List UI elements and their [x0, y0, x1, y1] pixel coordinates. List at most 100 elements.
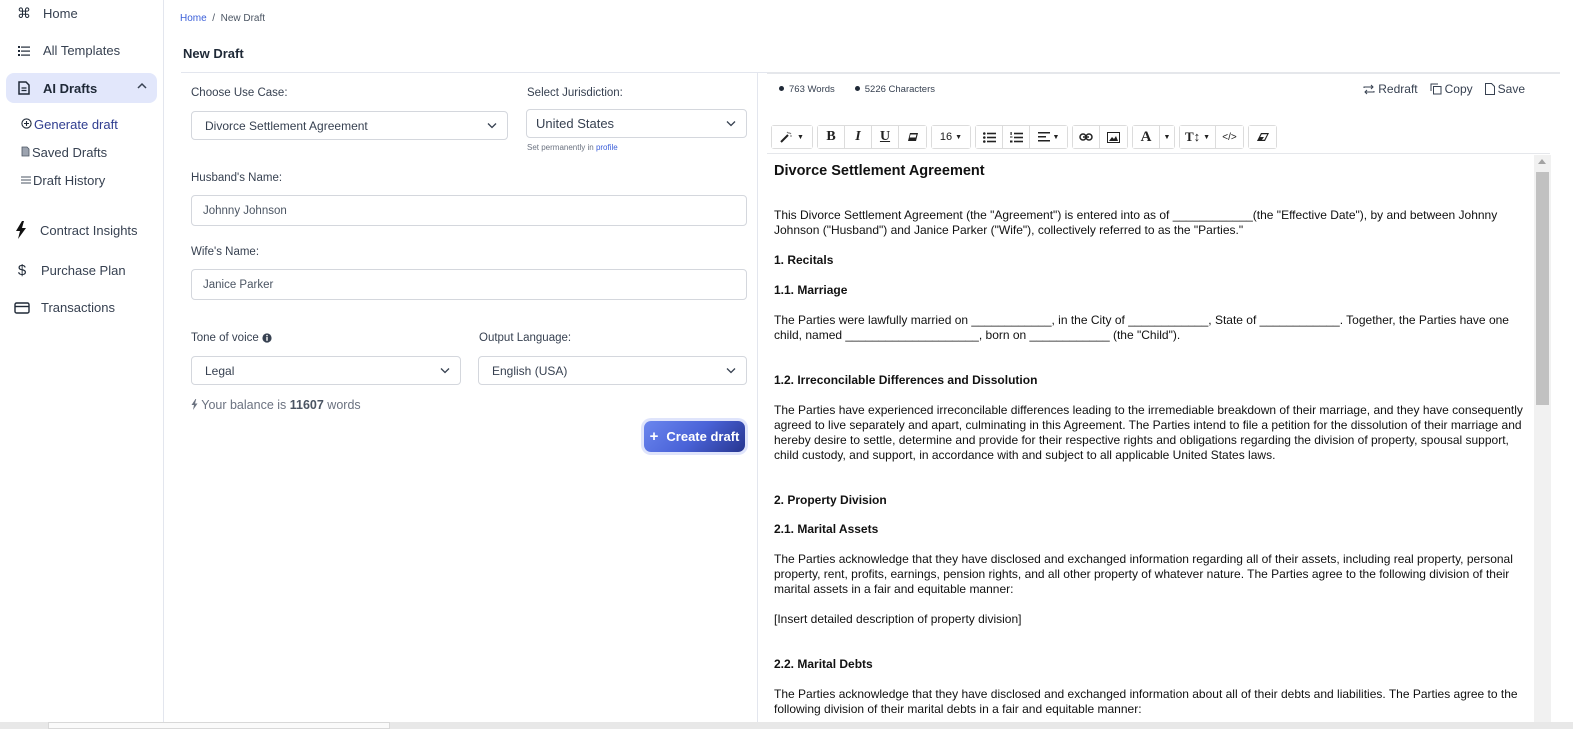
create-draft-button[interactable]: + Create draft	[644, 421, 745, 452]
toolbar-group-style: ▼	[771, 125, 813, 149]
output-language-select[interactable]: English (USA)	[478, 356, 747, 385]
document-icon	[15, 81, 33, 95]
use-case-select[interactable]: Divorce Settlement Agreement	[191, 111, 508, 140]
eraser-icon	[907, 133, 918, 141]
sidebar-item-label: All Templates	[43, 43, 121, 58]
sidebar-subitem-generate-draft[interactable]: Generate draft	[21, 117, 118, 132]
wife-name-input[interactable]: Janice Parker	[191, 269, 747, 300]
sidebar-subitem-saved-drafts[interactable]: Saved Drafts	[21, 145, 107, 160]
text-color-button[interactable]: A	[1133, 126, 1160, 148]
toolbar-group-misc: T↕ ▼ </>	[1179, 125, 1244, 149]
underline-button[interactable]: U	[872, 126, 899, 148]
panel-divider	[757, 73, 758, 723]
save-label: Save	[1497, 82, 1525, 96]
copy-button[interactable]: Copy	[1430, 82, 1473, 96]
sidebar-item-label: Contract Insights	[40, 222, 138, 238]
text-color-icon: A	[1140, 128, 1152, 145]
sidebar-item-all-templates[interactable]: All Templates	[15, 43, 120, 58]
sidebar-item-home[interactable]: ⌘ Home	[15, 5, 78, 22]
sidebar-subitem-label: Saved Drafts	[32, 145, 108, 160]
bullet-list-button[interactable]	[976, 126, 1003, 148]
align-dropdown[interactable]: ▼	[1030, 126, 1067, 148]
sidebar-item-contract-insights[interactable]: Contract Insights	[12, 221, 138, 239]
sidebar-item-label: Purchase Plan	[41, 263, 126, 278]
use-case-value: Divorce Settlement Agreement	[205, 118, 368, 133]
document-paragraph: [Insert detailed description of property…	[774, 612, 1022, 626]
info-icon[interactable]	[262, 333, 272, 343]
repeat-icon	[1363, 84, 1375, 94]
wife-name-value: Janice Parker	[203, 278, 274, 291]
sidebar-subitem-label: Generate draft	[34, 117, 118, 132]
bold-button[interactable]: B	[818, 126, 845, 148]
sidebar-item-label: AI Drafts	[43, 80, 98, 96]
tone-value: Legal	[205, 363, 235, 378]
document-paragraph: The Parties acknowledge that they have d…	[774, 552, 1513, 596]
tone-label: Tone of voice	[191, 332, 272, 344]
numbered-list-button[interactable]	[1003, 126, 1030, 148]
code-icon: </>	[1222, 131, 1237, 143]
editor-vertical-scrollbar[interactable]	[1534, 155, 1551, 722]
credit-card-icon	[13, 301, 31, 314]
underline-icon: U	[879, 129, 891, 144]
caret-down-icon: ▼	[797, 133, 804, 141]
document-heading: 1.2. Irreconcilable Differences and Diss…	[774, 373, 1038, 387]
word-balance: Your balance is 11607 words	[191, 398, 361, 412]
breadcrumb: Home / New Draft	[180, 13, 265, 24]
insert-link-button[interactable]	[1073, 126, 1100, 148]
line-height-dropdown[interactable]: T↕ ▼	[1180, 126, 1216, 148]
italic-button[interactable]: I	[845, 126, 872, 148]
chevron-up-icon[interactable]	[137, 80, 147, 92]
bullet-list-icon	[982, 131, 996, 143]
caret-down-icon: ▼	[1052, 133, 1060, 141]
clear-format-button[interactable]	[899, 126, 926, 148]
scrollbar-thumb[interactable]	[1536, 172, 1549, 405]
toolbar-group-insert	[1072, 125, 1128, 149]
jurisdiction-value: United States	[536, 116, 615, 131]
breadcrumb-home-link[interactable]: Home	[180, 13, 207, 24]
plus-circle-icon	[21, 117, 32, 132]
caret-down-icon: ▼	[1163, 133, 1171, 141]
character-count: 5226 Characters	[855, 84, 935, 95]
eraser-icon	[1256, 133, 1269, 141]
balance-suffix: words	[323, 398, 361, 412]
document-heading: 1.1. Marriage	[774, 283, 848, 297]
list-icon	[15, 45, 33, 56]
breadcrumb-current: New Draft	[220, 13, 266, 24]
chevron-down-icon	[726, 367, 736, 373]
magic-style-button[interactable]: ▼	[772, 126, 812, 148]
tone-select[interactable]: Legal	[191, 356, 461, 385]
editor-actions: Redraft Copy Save	[1363, 82, 1525, 96]
font-size-value: 16	[939, 131, 953, 143]
profile-link[interactable]: profile	[596, 143, 618, 152]
save-button[interactable]: Save	[1484, 82, 1525, 96]
jurisdiction-select[interactable]: United States	[526, 109, 747, 138]
numbered-list-icon	[1009, 131, 1023, 142]
font-size-dropdown[interactable]: 16 ▼	[932, 126, 970, 148]
copy-icon	[1430, 83, 1442, 95]
sidebar-item-purchase-plan[interactable]: $ Purchase Plan	[13, 262, 126, 279]
redraft-button[interactable]: Redraft	[1363, 82, 1418, 96]
sidebar-item-transactions[interactable]: Transactions	[13, 300, 115, 315]
document-heading: 2.2. Marital Debts	[774, 657, 873, 671]
document-paragraph: The Parties have experienced irreconcila…	[774, 403, 1523, 462]
document-heading: 2. Property Division	[774, 493, 887, 507]
jurisdiction-hint: Set permanently in profile	[527, 143, 618, 152]
sidebar-item-label: Home	[43, 6, 78, 21]
text-color-dropdown[interactable]: ▼	[1160, 126, 1174, 148]
code-view-button[interactable]: </>	[1216, 126, 1243, 148]
sidebar-subitem-draft-history[interactable]: Draft History	[21, 173, 105, 188]
caret-down-icon: ▼	[1203, 133, 1211, 141]
clear-button[interactable]	[1249, 126, 1276, 148]
document-editor[interactable]: Divorce Settlement Agreement This Divorc…	[767, 155, 1533, 722]
toolbar-group-format: B I U	[817, 125, 927, 149]
align-left-icon	[1037, 132, 1050, 142]
insert-image-button[interactable]	[1100, 126, 1127, 148]
magic-wand-icon	[780, 131, 793, 143]
scrollbar-thumb[interactable]	[48, 722, 390, 729]
page-horizontal-scrollbar[interactable]	[0, 722, 1573, 729]
husband-name-input[interactable]: Johnny Johnson	[191, 195, 747, 226]
sidebar-item-ai-drafts[interactable]: AI Drafts	[6, 73, 157, 103]
scroll-up-arrow-icon[interactable]	[1538, 159, 1546, 164]
use-case-label: Choose Use Case:	[191, 87, 288, 99]
